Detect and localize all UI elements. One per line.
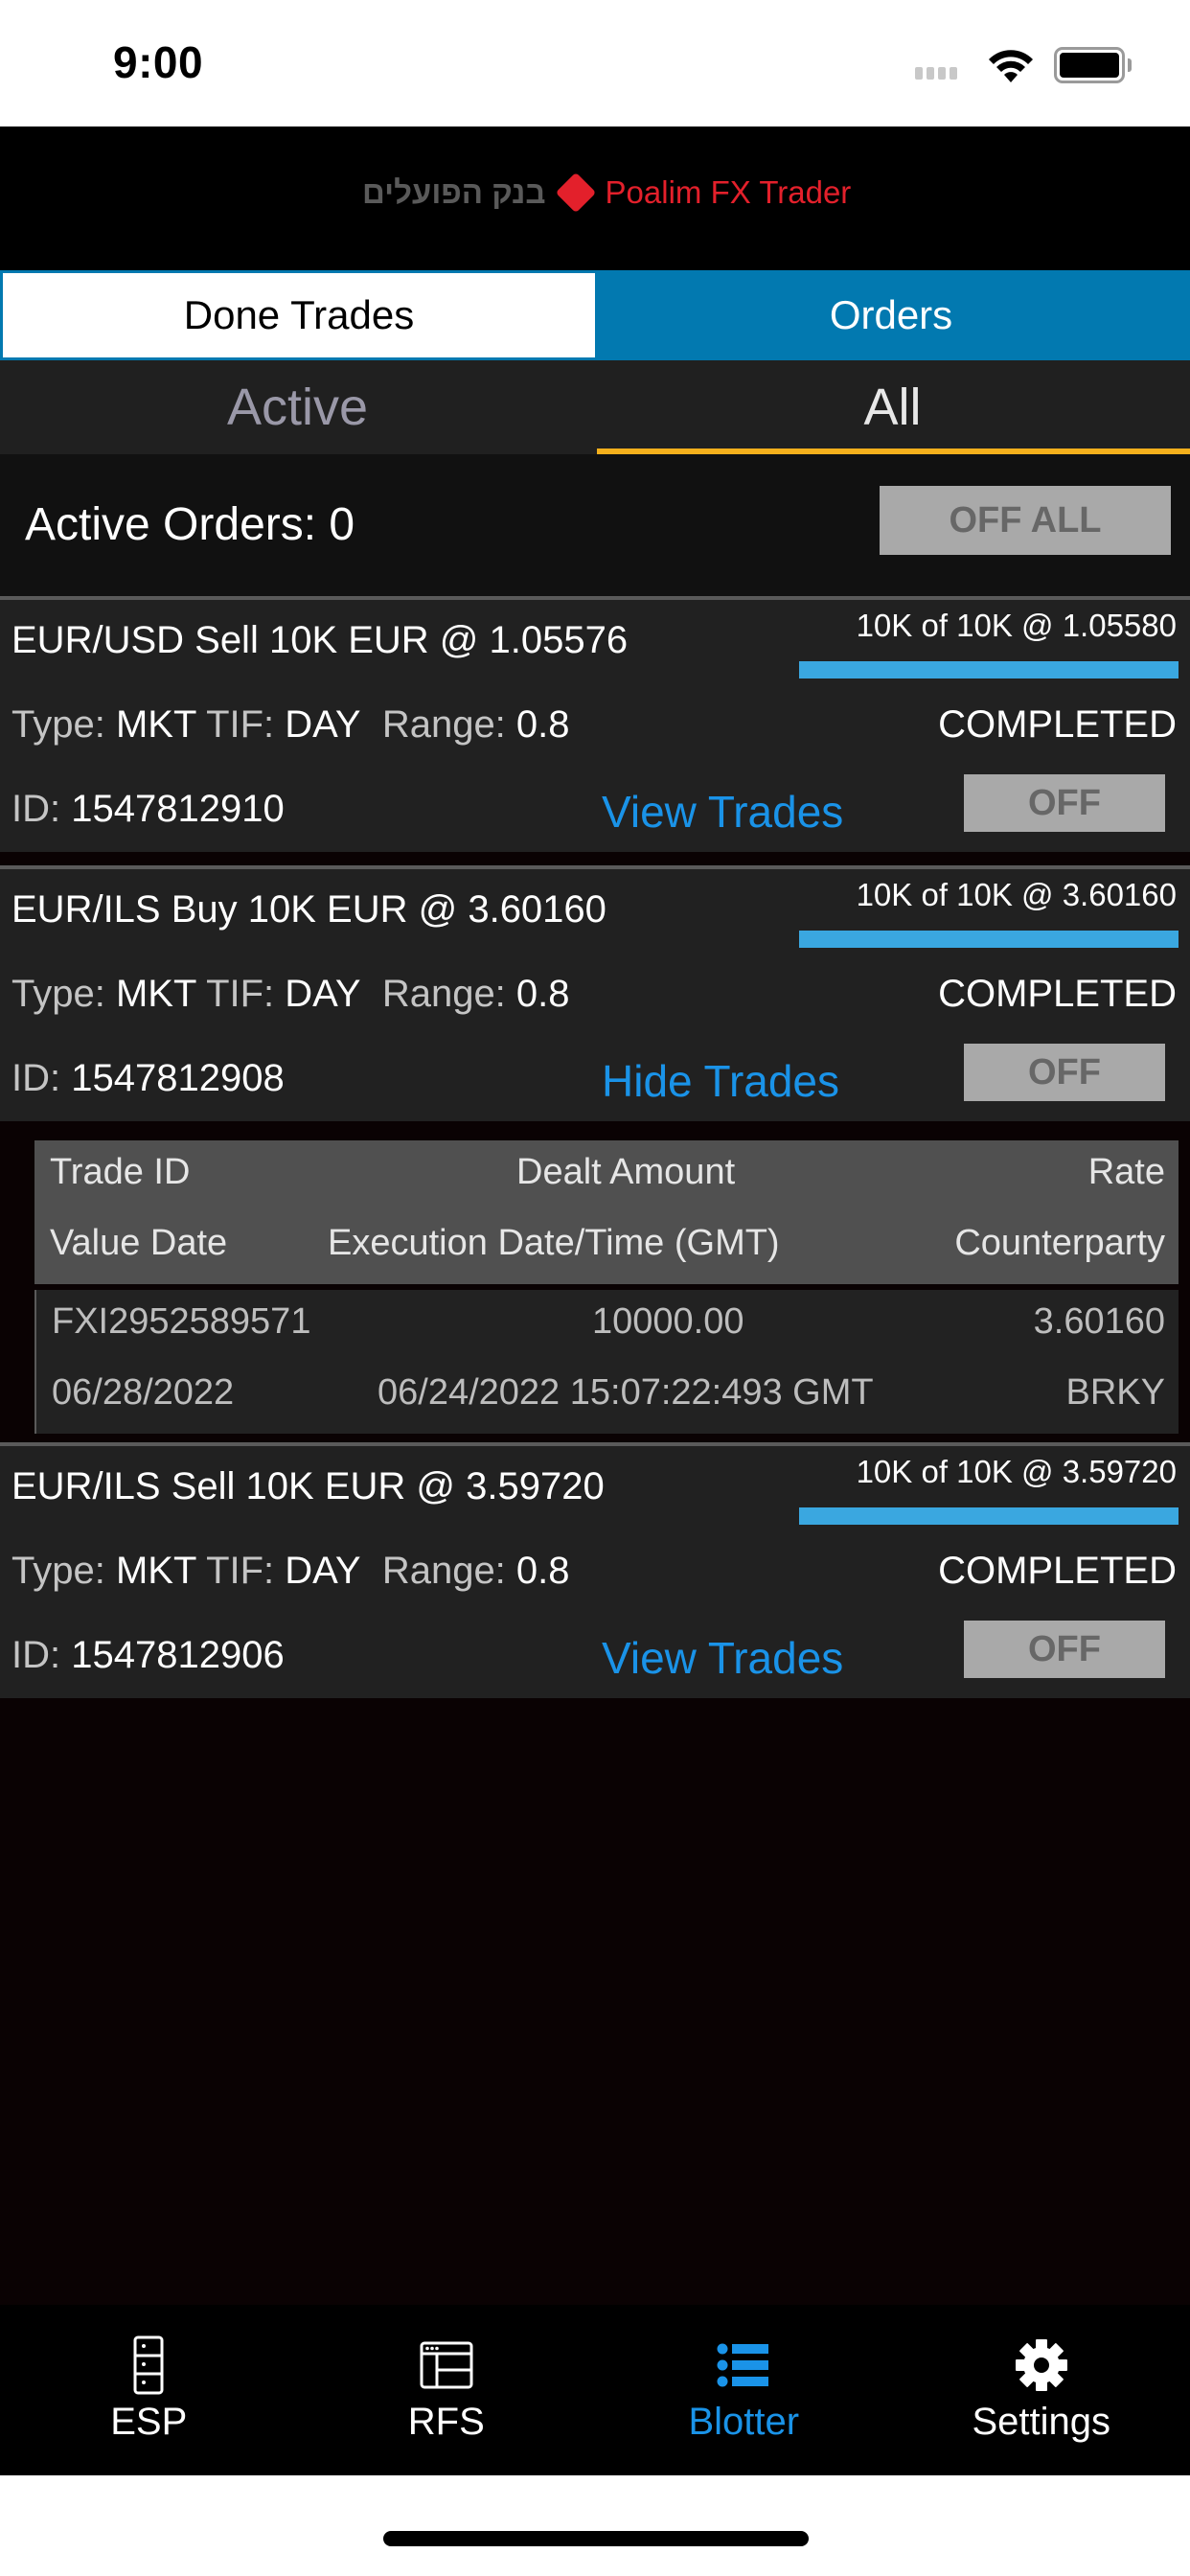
tab-orders[interactable]: Orders	[595, 273, 1187, 357]
order-card: EUR/ILS Buy 10K EUR @ 3.60160 10K of 10K…	[0, 865, 1190, 1121]
tab-esp-label: ESP	[110, 2401, 188, 2443]
hide-trades-link[interactable]: Hide Trades	[602, 1055, 839, 1107]
order-type: MKT	[115, 973, 196, 1015]
order-status: COMPLETED	[938, 973, 1177, 1015]
brand-hebrew-name: בנק הפועלים	[362, 174, 546, 210]
tab-settings[interactable]: Settings	[893, 2305, 1190, 2475]
fill-progress-bar	[799, 931, 1179, 948]
order-fill-text: 10K of 10K @ 3.60160	[856, 877, 1177, 912]
status-time: 9:00	[113, 37, 204, 87]
order-type: MKT	[115, 703, 196, 746]
view-trades-link[interactable]: View Trades	[602, 1632, 843, 1684]
order-tif: DAY	[285, 1550, 361, 1592]
order-id: ID: 1547812910	[11, 788, 285, 830]
order-off-button[interactable]: OFF	[964, 774, 1165, 832]
order-range: 0.8	[515, 973, 570, 1015]
battery-tip	[1128, 58, 1132, 72]
order-status: COMPLETED	[938, 703, 1177, 746]
tab-blotter[interactable]: Blotter	[595, 2305, 893, 2475]
tab-rfs[interactable]: RFS	[298, 2305, 596, 2475]
off-all-button[interactable]: OFF ALL	[880, 486, 1171, 555]
order-off-button[interactable]: OFF	[964, 1044, 1165, 1101]
home-indicator-area	[0, 2475, 1190, 2576]
tab-blotter-label: Blotter	[688, 2401, 800, 2443]
gear-icon	[1015, 2339, 1067, 2391]
fill-progress-fill	[799, 931, 1179, 948]
order-off-button[interactable]: OFF	[964, 1621, 1165, 1678]
status-bar: 9:00	[0, 0, 1190, 126]
header-counterparty: Counterparty	[954, 1223, 1165, 1263]
diamond-logo-icon	[555, 172, 596, 214]
order-details: Type: MKT TIF: DAY Range: 0.8	[11, 973, 570, 1015]
order-type: MKT	[115, 1550, 196, 1592]
tab-active[interactable]: Active	[0, 360, 595, 454]
bottom-tab-bar: ESP RFS Blotter Settings	[0, 2305, 1190, 2475]
header-value-date: Value Date	[50, 1223, 228, 1263]
order-card: EUR/USD Sell 10K EUR @ 1.05576 10K of 10…	[0, 596, 1190, 852]
order-range: 0.8	[515, 703, 570, 746]
cellular-signal-icon	[915, 67, 957, 80]
list-icon	[717, 2343, 769, 2387]
fill-progress-fill	[799, 661, 1179, 678]
order-title: EUR/ILS Sell 10K EUR @ 3.59720	[11, 1465, 605, 1507]
tab-esp[interactable]: ESP	[0, 2305, 298, 2475]
order-tif: DAY	[285, 703, 361, 746]
trades-table-header: Trade ID Dealt Amount Rate Value Date Ex…	[34, 1140, 1179, 1284]
active-orders-bar: Active Orders: 0 OFF ALL	[0, 454, 1190, 596]
battery-icon	[1054, 47, 1125, 83]
header-dealt-amount: Dealt Amount	[516, 1152, 736, 1192]
home-indicator[interactable]	[383, 2531, 809, 2546]
order-title: EUR/ILS Buy 10K EUR @ 3.60160	[11, 888, 606, 931]
order-tif: DAY	[285, 973, 361, 1015]
order-range: 0.8	[515, 1550, 570, 1592]
order-id: ID: 1547812908	[11, 1057, 285, 1099]
order-details: Type: MKT TIF: DAY Range: 0.8	[11, 1550, 570, 1592]
fill-progress-bar	[799, 1507, 1179, 1525]
order-status: COMPLETED	[938, 1550, 1177, 1592]
order-card: EUR/ILS Sell 10K EUR @ 3.59720 10K of 10…	[0, 1442, 1190, 1698]
trade-value-date: 06/28/2022	[52, 1372, 235, 1413]
trades-table: Trade ID Dealt Amount Rate Value Date Ex…	[34, 1140, 1179, 1434]
order-details: Type: MKT TIF: DAY Range: 0.8	[11, 703, 570, 746]
tab-done-trades[interactable]: Done Trades	[3, 273, 595, 357]
trade-id: FXI2952589571	[52, 1301, 311, 1342]
order-filter-tabs: Active All	[0, 360, 1190, 454]
wifi-icon	[989, 50, 1033, 82]
header-trade-id: Trade ID	[50, 1152, 191, 1192]
server-rack-icon	[133, 2335, 164, 2395]
fill-progress-bar	[799, 661, 1179, 678]
header-execution-time: Execution Date/Time (GMT)	[328, 1223, 780, 1263]
trade-rate: 3.60160	[1033, 1301, 1165, 1342]
top-segmented-control: Done Trades Orders	[0, 270, 1190, 360]
brand-logo: בנק הפועלים Poalim FX Trader	[362, 172, 852, 214]
active-orders-count: Active Orders: 0	[25, 499, 355, 550]
tab-rfs-label: RFS	[407, 2401, 485, 2443]
header-rate: Rate	[1087, 1152, 1165, 1192]
table-row: FXI2952589571 10000.00 3.60160 06/28/202…	[34, 1290, 1179, 1434]
brand-header: בנק הפועלים Poalim FX Trader	[0, 126, 1190, 270]
trade-counterparty: BRKY	[1065, 1372, 1165, 1413]
order-id: ID: 1547812906	[11, 1634, 285, 1676]
view-trades-link[interactable]: View Trades	[602, 786, 843, 838]
window-layout-icon	[420, 2341, 473, 2389]
tab-all[interactable]: All	[595, 360, 1190, 454]
order-fill-text: 10K of 10K @ 1.05580	[856, 608, 1177, 643]
trade-dealt-amount: 10000.00	[592, 1301, 744, 1342]
order-fill-text: 10K of 10K @ 3.59720	[856, 1454, 1177, 1489]
brand-app-name: Poalim FX Trader	[605, 174, 852, 210]
fill-progress-fill	[799, 1507, 1179, 1525]
trade-execution-time: 06/24/2022 15:07:22:493 GMT	[378, 1372, 874, 1413]
order-title: EUR/USD Sell 10K EUR @ 1.05576	[11, 619, 629, 661]
tab-settings-label: Settings	[972, 2401, 1111, 2443]
